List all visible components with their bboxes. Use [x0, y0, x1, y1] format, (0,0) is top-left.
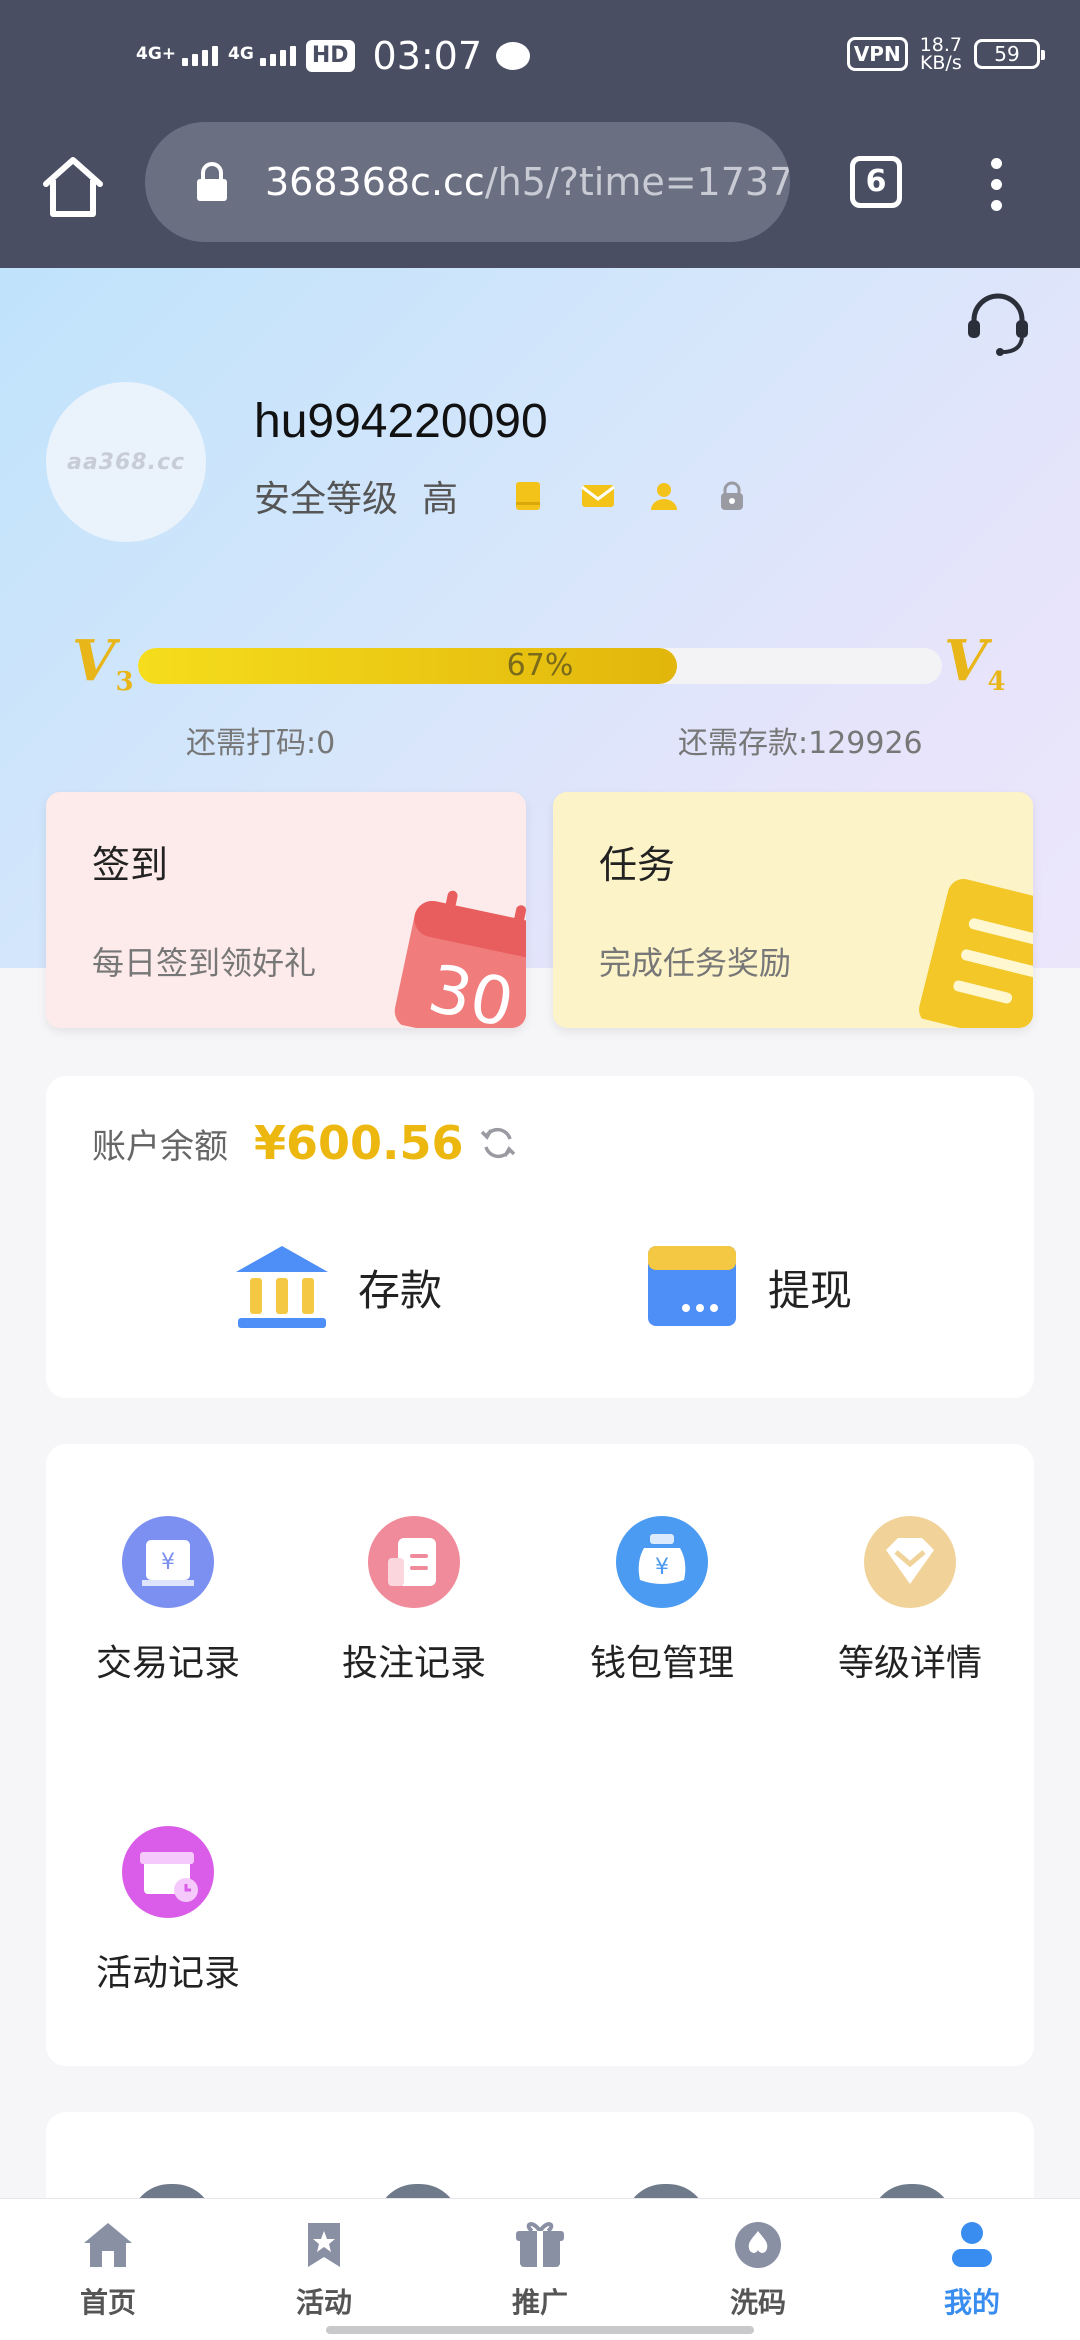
- wallet-icon: ¥: [614, 1514, 710, 1610]
- security-level-row: 安全等级 高: [254, 470, 748, 522]
- security-label: 安全等级: [254, 479, 399, 520]
- level-current-num: 3: [115, 667, 134, 697]
- vip-level-current: V3: [72, 628, 134, 697]
- speed-unit: KB/s: [919, 52, 962, 74]
- avatar[interactable]: aa368.cc: [46, 382, 206, 542]
- level-detail-item[interactable]: 等级详情: [810, 1514, 1010, 1686]
- nav-home[interactable]: 首页: [48, 2219, 168, 2321]
- sign-in-subtitle: 每日签到领好礼: [92, 944, 317, 982]
- bank-icon: [232, 1242, 332, 1332]
- profile-icon: [944, 2219, 1000, 2271]
- sign-in-card[interactable]: 签到 每日签到领好礼 30: [46, 792, 526, 1028]
- signal-label-2: 4G: [228, 44, 254, 64]
- transaction-record-label: 交易记录: [95, 1643, 240, 1684]
- menu-grid: ¥ 交易记录 投注记录 ¥ 钱包管理 等级详情 活动记录: [46, 1444, 1034, 2066]
- bet-record-icon: [366, 1514, 462, 1610]
- security-value: 高: [422, 479, 459, 520]
- nav-activity[interactable]: 活动: [264, 2219, 384, 2321]
- password-lock-icon[interactable]: [716, 480, 748, 512]
- tab-count-button[interactable]: 6: [850, 156, 902, 208]
- email-verified-icon[interactable]: [580, 480, 615, 512]
- task-card[interactable]: 任务 完成任务奖励: [553, 792, 1033, 1028]
- status-bar: 4G+ 4G HD 03:07 VPN 18.7 KB/s 59: [0, 0, 1080, 118]
- vip-level-next: V4: [944, 628, 1006, 697]
- activity-record-item[interactable]: 活动记录: [68, 1824, 268, 1996]
- username: hu994220090: [254, 395, 548, 448]
- nav-promotion[interactable]: 推广: [480, 2219, 600, 2321]
- balance-card: 账户余额 ¥600.56 存款 提现: [46, 1076, 1034, 1398]
- nav-rebate-label: 洗码: [729, 2286, 786, 2319]
- address-bar[interactable]: 368368c.cc/h5/?time=1737: [145, 122, 790, 242]
- balance-label: 账户余额: [92, 1126, 228, 1167]
- avatar-watermark: aa368.cc: [66, 449, 186, 475]
- level-current-letter: V: [72, 628, 116, 694]
- bottom-navigation: 首页 活动 推广 洗码 我的: [0, 2198, 1080, 2340]
- rebate-icon: [730, 2219, 786, 2271]
- nav-rebate[interactable]: 洗码: [698, 2219, 818, 2321]
- nav-profile[interactable]: 我的: [912, 2219, 1032, 2321]
- svg-text:¥: ¥: [161, 1550, 175, 1575]
- task-subtitle: 完成任务奖励: [599, 944, 792, 982]
- deposit-button[interactable]: 存款: [232, 1242, 442, 1332]
- vpn-badge: VPN: [846, 37, 908, 71]
- wallet-management-label: 钱包管理: [589, 1643, 734, 1684]
- refresh-icon[interactable]: [478, 1123, 518, 1163]
- promotion-icon: [512, 2219, 568, 2271]
- vip-progress-bar: 67%: [138, 648, 942, 684]
- battery-icon: 59: [974, 39, 1045, 69]
- wallet-management-item[interactable]: ¥ 钱包管理: [562, 1514, 762, 1686]
- deposit-label: 存款: [358, 1265, 443, 1315]
- remaining-deposit-text: 还需存款:129926: [678, 726, 923, 761]
- lock-icon: [195, 162, 229, 202]
- activity-record-icon: [120, 1824, 216, 1920]
- level-next-num: 4: [987, 667, 1006, 697]
- withdraw-button[interactable]: 提现: [642, 1242, 852, 1332]
- chat-notification-icon: [496, 42, 531, 70]
- calendar-icon: 30: [382, 874, 526, 1028]
- transaction-icon: ¥: [120, 1514, 216, 1610]
- nav-home-label: 首页: [79, 2286, 136, 2319]
- url-path: /h5/?time=1737: [484, 160, 790, 204]
- withdraw-label: 提现: [768, 1265, 853, 1315]
- nav-activity-label: 活动: [295, 2286, 352, 2319]
- bet-record-label: 投注记录: [341, 1643, 486, 1684]
- signal-label: 4G+: [136, 44, 177, 64]
- browser-home-icon[interactable]: [40, 152, 106, 222]
- hd-badge: HD: [305, 40, 355, 72]
- transaction-record-item[interactable]: ¥ 交易记录: [68, 1514, 268, 1686]
- more-menu-icon[interactable]: [986, 158, 1006, 214]
- balance-amount: ¥600.56: [254, 1116, 464, 1170]
- phone-verified-icon[interactable]: [512, 480, 544, 512]
- browser-toolbar: 368368c.cc/h5/?time=1737 6: [0, 118, 1080, 268]
- signal-icon: 4G+: [136, 44, 219, 66]
- activity-icon: [296, 2219, 352, 2271]
- home-icon: [80, 2219, 136, 2271]
- sign-in-title: 签到: [92, 843, 169, 887]
- bet-record-item[interactable]: 投注记录: [314, 1514, 514, 1686]
- gesture-bar[interactable]: [326, 2326, 754, 2334]
- nav-profile-label: 我的: [943, 2286, 1000, 2319]
- remaining-bet-text: 还需打码:0: [186, 726, 336, 761]
- vip-progress-label: 67%: [506, 648, 574, 683]
- level-detail-label: 等级详情: [837, 1643, 982, 1684]
- level-next-letter: V: [944, 628, 988, 694]
- task-title: 任务: [599, 843, 676, 887]
- url-host: 368368c.cc: [265, 160, 485, 204]
- url-text: 368368c.cc/h5/?time=1737: [265, 160, 790, 204]
- customer-service-icon[interactable]: [962, 290, 1034, 360]
- activity-record-label: 活动记录: [95, 1953, 240, 1994]
- status-time: 03:07: [372, 34, 483, 78]
- svg-text:¥: ¥: [655, 1555, 669, 1580]
- nav-promotion-label: 推广: [511, 2286, 568, 2319]
- vip-level-icon: [862, 1514, 958, 1610]
- network-speed: 18.7 KB/s: [919, 36, 962, 74]
- battery-level: 59: [994, 42, 1020, 66]
- task-document-icon: [907, 869, 1033, 1028]
- identity-verified-icon[interactable]: [648, 480, 680, 512]
- card-icon: [642, 1242, 742, 1332]
- signal-icon-2: 4G: [228, 46, 296, 66]
